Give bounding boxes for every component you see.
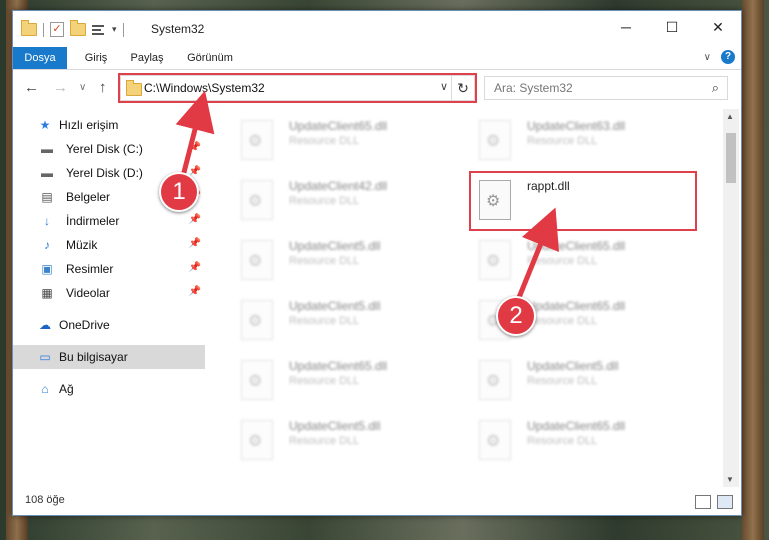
annotation-arrows xyxy=(175,90,560,301)
step-2-badge: 2 xyxy=(496,296,536,336)
arrow-to-rappt-file xyxy=(515,207,560,301)
step-1-badge: 1 xyxy=(159,172,199,212)
arrow-to-address-bar xyxy=(175,90,215,181)
